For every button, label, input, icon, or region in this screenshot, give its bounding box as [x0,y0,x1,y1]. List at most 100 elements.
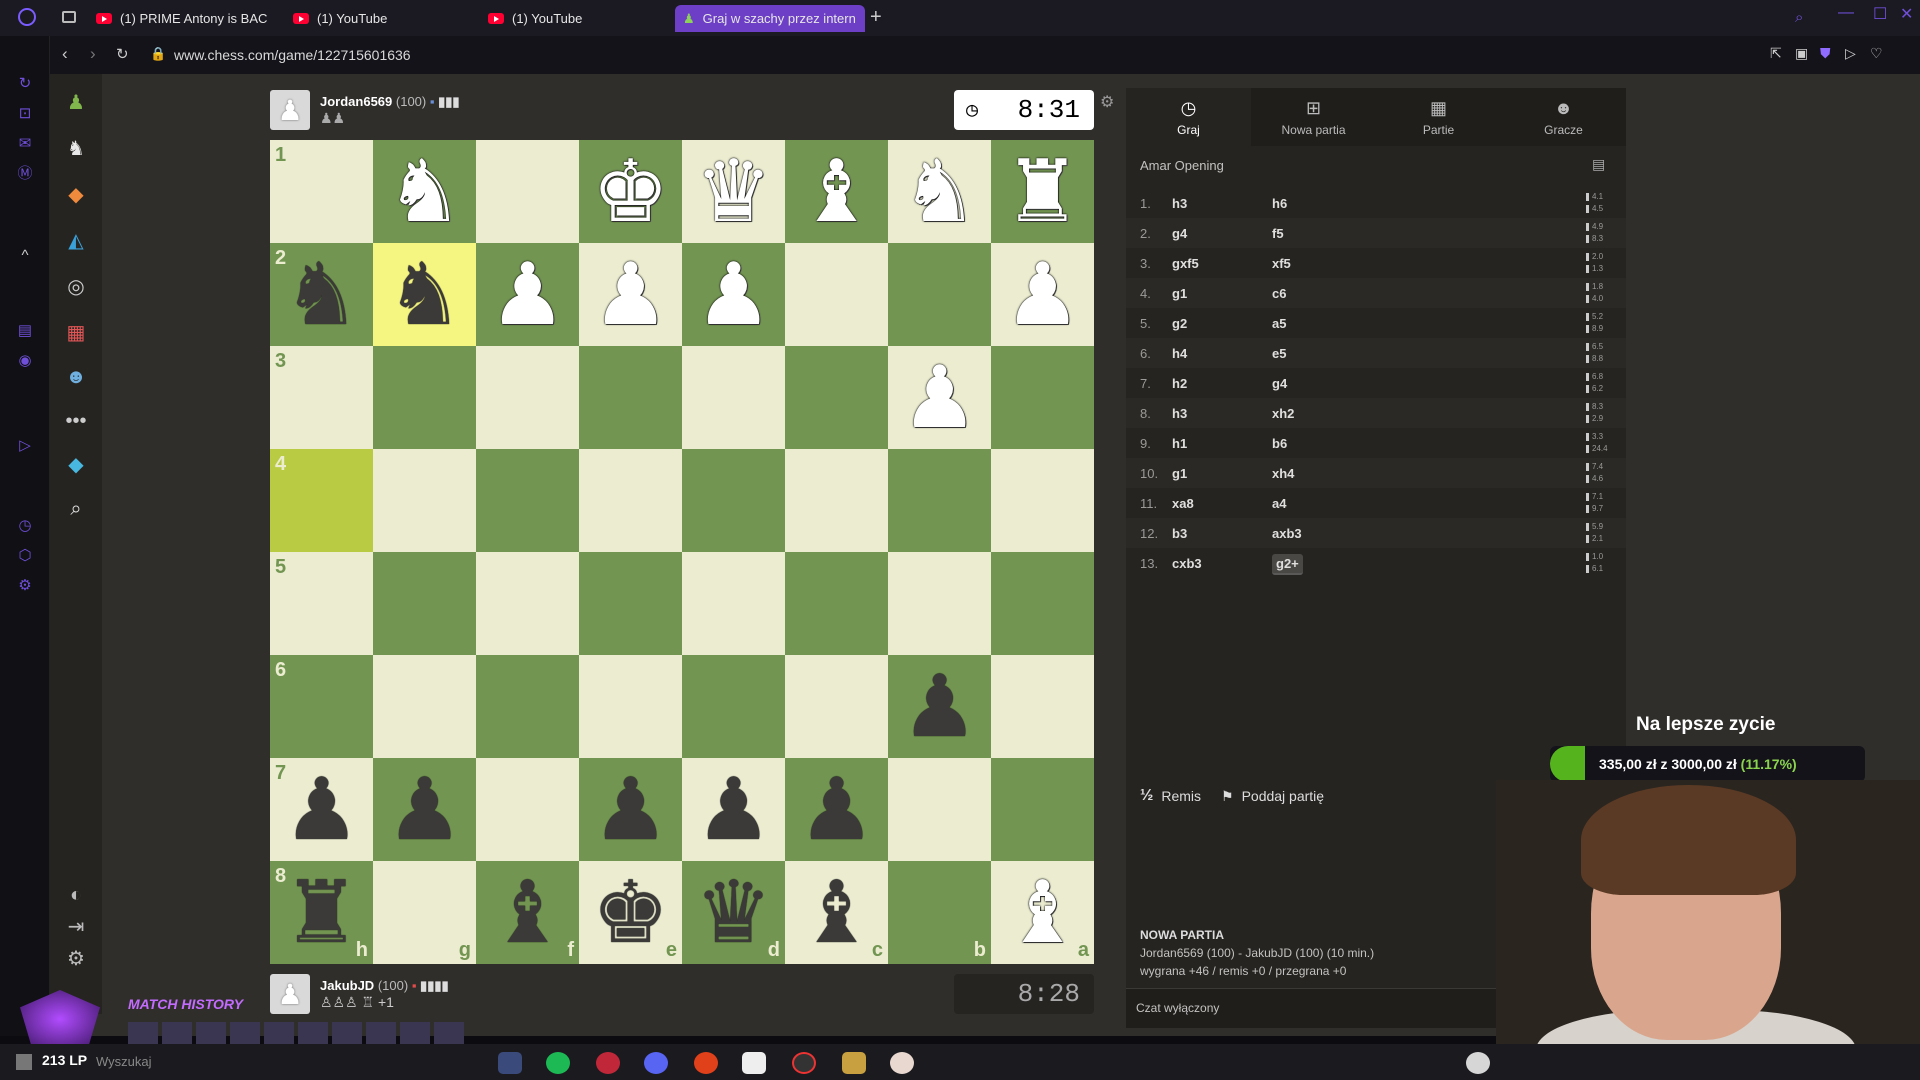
board-square[interactable]: ♟ [373,758,476,861]
black-bishop-icon[interactable]: ♝ [489,870,566,956]
cube-icon[interactable]: ⬡ [15,546,35,566]
white-queen-icon[interactable]: ♛ [695,149,772,235]
puzzles-icon[interactable]: ♞ [63,136,89,162]
tab-graj[interactable]: ◷ Graj [1126,88,1251,146]
black-move[interactable]: g2+ [1272,553,1372,575]
vpn-shield-icon[interactable]: ⛊ [1820,45,1831,62]
browser-tab-2[interactable]: (1) YouTube [285,5,425,32]
black-knight-icon[interactable]: ♞ [386,252,463,338]
board-square[interactable]: b [888,861,991,964]
board-square[interactable]: ♟ [579,243,682,346]
reload-icon[interactable]: ↻ [116,45,129,63]
opera-icon[interactable] [596,1052,620,1074]
tab-gracze[interactable]: ☻ Gracze [1501,88,1626,146]
clock-icon[interactable]: ◷ [15,516,35,536]
camera-icon[interactable]: ▣ [1795,45,1808,62]
board-square[interactable] [682,346,785,449]
board-square[interactable] [888,758,991,861]
white-knight-icon[interactable]: ♞ [901,149,978,235]
black-move[interactable]: axb3 [1272,526,1372,541]
black-move[interactable]: h6 [1272,196,1372,211]
board-square[interactable] [476,140,579,243]
board-square[interactable] [888,449,991,552]
twitch-icon[interactable]: ▤ [15,321,35,341]
send-icon[interactable]: ▷ [1845,45,1856,62]
settings-gear-icon[interactable]: ⚙ [63,946,89,972]
black-pawn-icon[interactable]: ♟ [386,767,463,853]
board-square[interactable]: g [373,861,476,964]
tab-menu-icon[interactable] [62,11,76,23]
board-square[interactable] [991,346,1094,449]
white-move[interactable]: xa8 [1172,496,1272,511]
collapse-icon[interactable]: ⇥ [63,914,89,940]
black-move[interactable]: e5 [1272,346,1372,361]
browser-tab-3[interactable]: (1) YouTube [480,5,660,32]
league-icon[interactable] [842,1052,866,1074]
board-square[interactable]: ♟ [579,758,682,861]
white-move[interactable]: h4 [1172,346,1272,361]
board-square[interactable] [476,655,579,758]
board-square[interactable] [373,346,476,449]
board-settings-icon[interactable]: ⚙ [1100,92,1114,112]
board-square[interactable] [476,449,579,552]
settings-icon[interactable]: ⚙ [15,576,35,596]
diamond-icon[interactable]: ◆ [63,452,89,478]
board-square[interactable] [579,552,682,655]
black-pawn-icon[interactable]: ♟ [695,767,772,853]
white-move[interactable]: b3 [1172,526,1272,541]
board-square[interactable] [476,758,579,861]
minimize-icon[interactable]: — [1838,4,1854,22]
search-tabs-icon[interactable]: ⌕ [1795,9,1803,26]
heart-icon[interactable]: ♡ [1870,45,1883,62]
board-square[interactable]: ♜ [991,140,1094,243]
weather-icon[interactable] [1466,1052,1490,1074]
white-move[interactable]: h3 [1172,196,1272,211]
board-square[interactable] [785,243,888,346]
black-knight-icon[interactable]: ♞ [283,252,360,338]
black-move[interactable]: xh4 [1272,466,1372,481]
app-icon[interactable] [890,1052,914,1074]
board-square[interactable] [991,758,1094,861]
black-rook-icon[interactable]: ♜ [283,870,360,956]
taskbar-search[interactable]: Wyszukaj [96,1054,152,1069]
board-square[interactable]: ♛ [682,140,785,243]
maximize-icon[interactable]: ☐ [1873,4,1887,24]
board-square[interactable]: ♟ [476,243,579,346]
board-square[interactable]: 4 [270,449,373,552]
forward-icon[interactable]: › [90,44,96,64]
tab-nowa-partia[interactable]: ⊞ Nowa partia [1251,88,1376,146]
messenger-icon[interactable]: Ⓜ [15,164,35,184]
white-bishop-icon[interactable]: ♝ [798,149,875,235]
mail-icon[interactable]: ✉ [15,134,35,154]
white-move[interactable]: h3 [1172,406,1272,421]
white-move[interactable]: g1 [1172,466,1272,481]
board-square[interactable]: f ♝ [476,861,579,964]
board-square[interactable]: c ♝ [785,861,888,964]
board-square[interactable] [991,552,1094,655]
board-square[interactable]: ♚ [579,140,682,243]
white-king-icon[interactable]: ♚ [592,149,669,235]
more-icon[interactable]: ••• [63,408,89,434]
board-square[interactable] [785,655,888,758]
board-square[interactable] [888,552,991,655]
black-move[interactable]: g4 [1272,376,1372,391]
opening-name[interactable]: Amar Opening [1140,158,1224,173]
board-square[interactable]: ♟ [888,346,991,449]
board-square[interactable]: 1 [270,140,373,243]
board-square[interactable]: ♞ [373,243,476,346]
discord-icon[interactable] [644,1052,668,1074]
board-square[interactable]: 8 h ♜ [270,861,373,964]
white-pawn-icon[interactable]: ♟ [1004,252,1081,338]
board-square[interactable]: 2 ♞ [270,243,373,346]
social-icon[interactable]: ☻ [63,364,89,390]
black-pawn-icon[interactable]: ♟ [798,767,875,853]
chess-board[interactable]: 1 ♞ ♚ ♛ ♝ ♞ ♜ 2 ♞ ♞ ♟ ♟ ♟ ♟ 3 ♟ 4 5 6 ♟ 7 ♟ ♟ ♟ ♟ ♟ 8 h ♜ g f ♝ e ♚ d ♛ c ♝ b a… [270,140,1094,964]
black-move[interactable]: a4 [1272,496,1372,511]
black-queen-icon[interactable]: ♛ [695,870,772,956]
app-icon[interactable] [498,1052,522,1074]
spotify-icon[interactable] [546,1052,570,1074]
board-square[interactable] [785,552,888,655]
opponent-name[interactable]: Jordan6569 [320,94,392,109]
white-move[interactable]: gxf5 [1172,256,1272,271]
black-king-icon[interactable]: ♚ [592,870,669,956]
